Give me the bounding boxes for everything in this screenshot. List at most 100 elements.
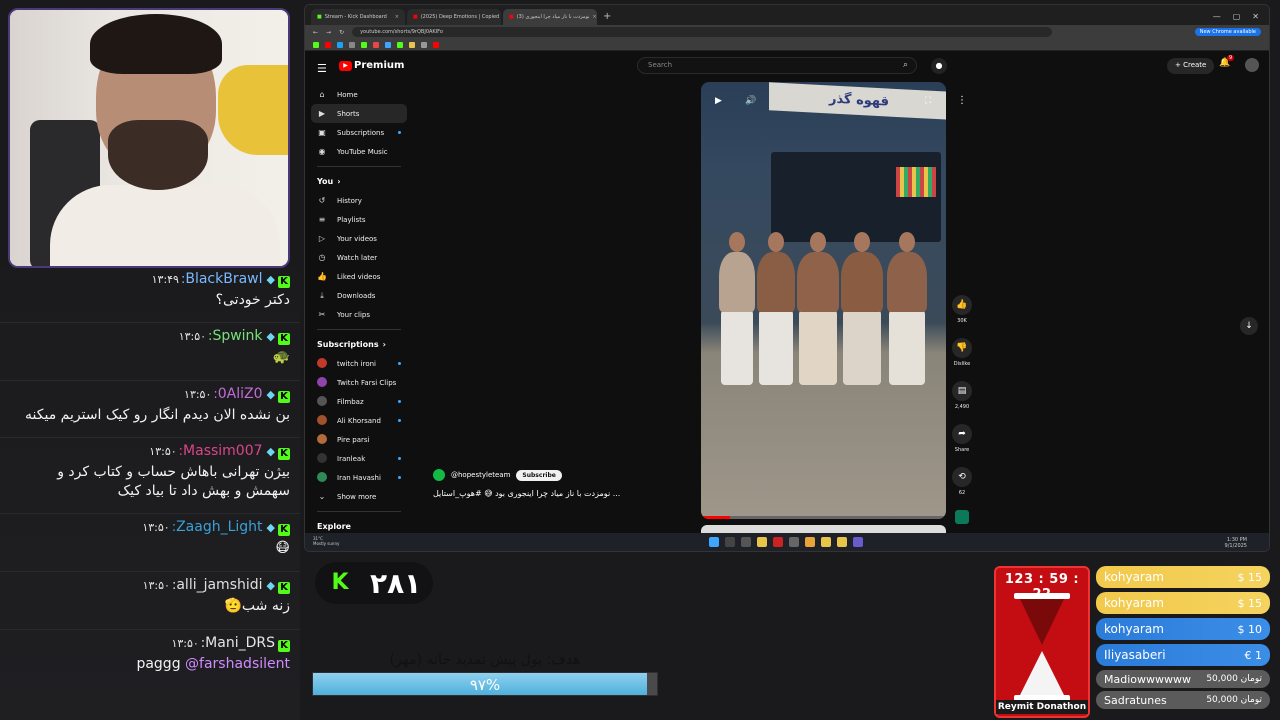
comment-icon[interactable]: ▤ <box>952 381 972 401</box>
app-icon[interactable] <box>837 537 847 547</box>
sidebar-item-downloads[interactable]: ⤓ Downloads <box>311 286 407 305</box>
sidebar-item-twitch-ironi[interactable]: twitch ironi <box>311 354 407 373</box>
sidebar-item-iranleak[interactable]: Iranleak <box>311 449 407 468</box>
tab-close-icon[interactable]: × <box>593 14 597 20</box>
show-more-button[interactable]: ⌄ Show more <box>311 487 407 506</box>
comment-count: 2,490 <box>954 404 970 410</box>
bookmark-icon[interactable] <box>385 41 391 48</box>
app-icon[interactable] <box>805 537 815 547</box>
bookmark-icon[interactable] <box>397 41 403 48</box>
start-icon[interactable] <box>709 537 719 547</box>
sidebar-item-your-videos[interactable]: ▷ Your videos <box>311 229 407 248</box>
sidebar-item-twitch-farsi-clips[interactable]: Twitch Farsi Clips <box>311 373 407 392</box>
sidebar-item-liked-videos[interactable]: 👍 Liked videos <box>311 267 407 286</box>
fullscreen-icon[interactable]: ⛶ <box>925 96 931 106</box>
bookmark-icon[interactable] <box>325 41 331 48</box>
volume-icon[interactable]: 🔊 <box>745 96 756 106</box>
share-icon[interactable]: ➦ <box>952 424 972 444</box>
bookmark-icon[interactable] <box>349 41 355 48</box>
account-avatar[interactable] <box>1245 58 1259 72</box>
app-icon[interactable] <box>853 537 863 547</box>
sidebar-item-ali-khorsand[interactable]: Ali Khorsand <box>311 411 407 430</box>
chevron-right-icon: › <box>337 177 341 186</box>
back-icon[interactable]: ← <box>313 29 318 36</box>
url-field[interactable]: youtube.com/shorts/9rQBJ0AKIFo <box>352 27 1053 37</box>
bookmark-icon[interactable] <box>313 41 319 48</box>
hamburger-menu-icon[interactable]: ☰ <box>317 62 327 75</box>
sidebar-item-playlists[interactable]: ≡ Playlists <box>311 210 407 229</box>
new-chrome-button[interactable]: New Chrome available <box>1194 28 1261 36</box>
system-tray-clock[interactable]: 1:30 PM 9/1/2025 <box>1225 537 1247 549</box>
app-icon[interactable] <box>773 537 783 547</box>
chat-text: 😷 <box>275 540 290 556</box>
dancer-figure <box>841 252 883 312</box>
search-taskbar-icon[interactable] <box>725 537 735 547</box>
next-short-arrow-icon[interactable]: ↓ <box>1240 317 1258 335</box>
search-input[interactable]: Search ⌕ <box>637 57 917 74</box>
video-progress-bar[interactable] <box>701 516 946 519</box>
sidebar-item-shorts[interactable]: ▶ Shorts <box>311 104 407 123</box>
sidebar-section-you[interactable]: You › <box>311 172 407 191</box>
microphone-icon[interactable]: ● <box>931 58 947 74</box>
bookmark-icon[interactable] <box>433 41 439 48</box>
bookmark-icon[interactable] <box>409 41 415 48</box>
youtube-logo[interactable]: ▶ Premium <box>339 60 404 71</box>
sidebar-item-your-clips[interactable]: ✂ Your clips <box>311 305 407 324</box>
reload-icon[interactable]: ↻ <box>339 29 344 36</box>
bookmark-icon[interactable] <box>361 41 367 48</box>
app-icon[interactable] <box>789 537 799 547</box>
channel-avatar[interactable] <box>433 469 445 481</box>
tab-close-icon[interactable]: × <box>395 14 399 20</box>
sidebar-item-home[interactable]: ⌂ Home <box>311 85 407 104</box>
channel-handle[interactable]: @hopestyleteam <box>451 471 510 479</box>
bookmark-icon[interactable] <box>373 41 379 48</box>
sound-channel-avatar[interactable] <box>955 510 969 524</box>
new-tab-icon[interactable]: + <box>599 9 615 25</box>
sidebar-item-iran-havashi[interactable]: Iran Havashi <box>311 468 407 487</box>
new-content-dot <box>398 457 401 460</box>
forward-icon[interactable]: → <box>326 29 331 36</box>
chat-mention[interactable]: @farshadsilent <box>185 656 290 672</box>
tab-kick-dashboard[interactable]: ■ Stream - Kick Dashboard × <box>311 9 405 25</box>
chat-username[interactable]: alli_jamshidi <box>176 577 262 593</box>
minimize-icon[interactable]: — <box>1213 12 1221 21</box>
folder-icon[interactable] <box>821 537 831 547</box>
chat-username[interactable]: Zaagh_Light <box>176 519 262 535</box>
thumbs-down-icon[interactable]: 👎 <box>952 338 972 358</box>
maximize-icon[interactable]: ▢ <box>1233 12 1241 21</box>
kick-badge-icon: K <box>278 448 290 460</box>
weather-widget[interactable]: 31°C Mostly sunny <box>313 536 339 546</box>
chat-text: بیژن تهرانی باهاش حساب و کتاب کرد و سهمش… <box>57 464 290 499</box>
sidebar-item-watch-later[interactable]: ◷ Watch later <box>311 248 407 267</box>
tab-deep-emotions[interactable]: ■(2025) Deep Emotions | Copied× <box>407 9 501 25</box>
remix-icon[interactable]: ⟲ <box>952 467 972 487</box>
chat-username[interactable]: Massim007 <box>183 443 263 459</box>
play-icon[interactable]: ▶ <box>715 96 722 106</box>
short-caption[interactable]: ... نومزدت با ناز میاد چرا اینجوری بود 😅… <box>433 489 693 498</box>
create-button[interactable]: + Create <box>1167 58 1215 74</box>
sidebar-item-subscriptions[interactable]: ▣ Subscriptions <box>311 123 407 142</box>
tab-youtube-short[interactable]: ■ (3) نومزدت با ناز میاد چرا اینجوری × <box>503 9 597 25</box>
more-options-icon[interactable]: ⋮ <box>957 95 967 106</box>
thumbs-up-icon[interactable]: 👍 <box>952 295 972 315</box>
subscribe-button[interactable]: Subscribe <box>516 469 562 481</box>
shop-front <box>771 152 941 242</box>
app-icon[interactable] <box>741 537 751 547</box>
search-icon[interactable]: ⌕ <box>903 60 908 70</box>
sidebar-item-youtube-music[interactable]: ◉ YouTube Music <box>311 142 407 161</box>
chrome-icon[interactable] <box>757 537 767 547</box>
sidebar-item-history[interactable]: ↺ History <box>311 191 407 210</box>
sidebar-section-subscriptions[interactable]: Subscriptions › <box>311 335 407 354</box>
kick-badge-icon: K <box>278 391 290 403</box>
chat-username[interactable]: BlackBrawl <box>185 271 262 287</box>
short-video-player[interactable]: قهوه گذر ▶ 🔊 ⛶ <box>701 82 946 519</box>
chat-username[interactable]: Mani_DRS <box>205 635 275 651</box>
sidebar-item-pire-parsi[interactable]: Pire parsi <box>311 430 407 449</box>
sidebar-item-filmbaz[interactable]: Filmbaz <box>311 392 407 411</box>
bookmark-icon[interactable] <box>421 41 427 48</box>
close-window-icon[interactable]: ✕ <box>1252 12 1259 21</box>
chat-username[interactable]: Spwink <box>212 328 262 344</box>
subscriptions-icon: ▣ <box>318 128 326 137</box>
bookmark-icon[interactable] <box>337 41 343 48</box>
chat-username[interactable]: 0AliZ0 <box>218 386 263 402</box>
